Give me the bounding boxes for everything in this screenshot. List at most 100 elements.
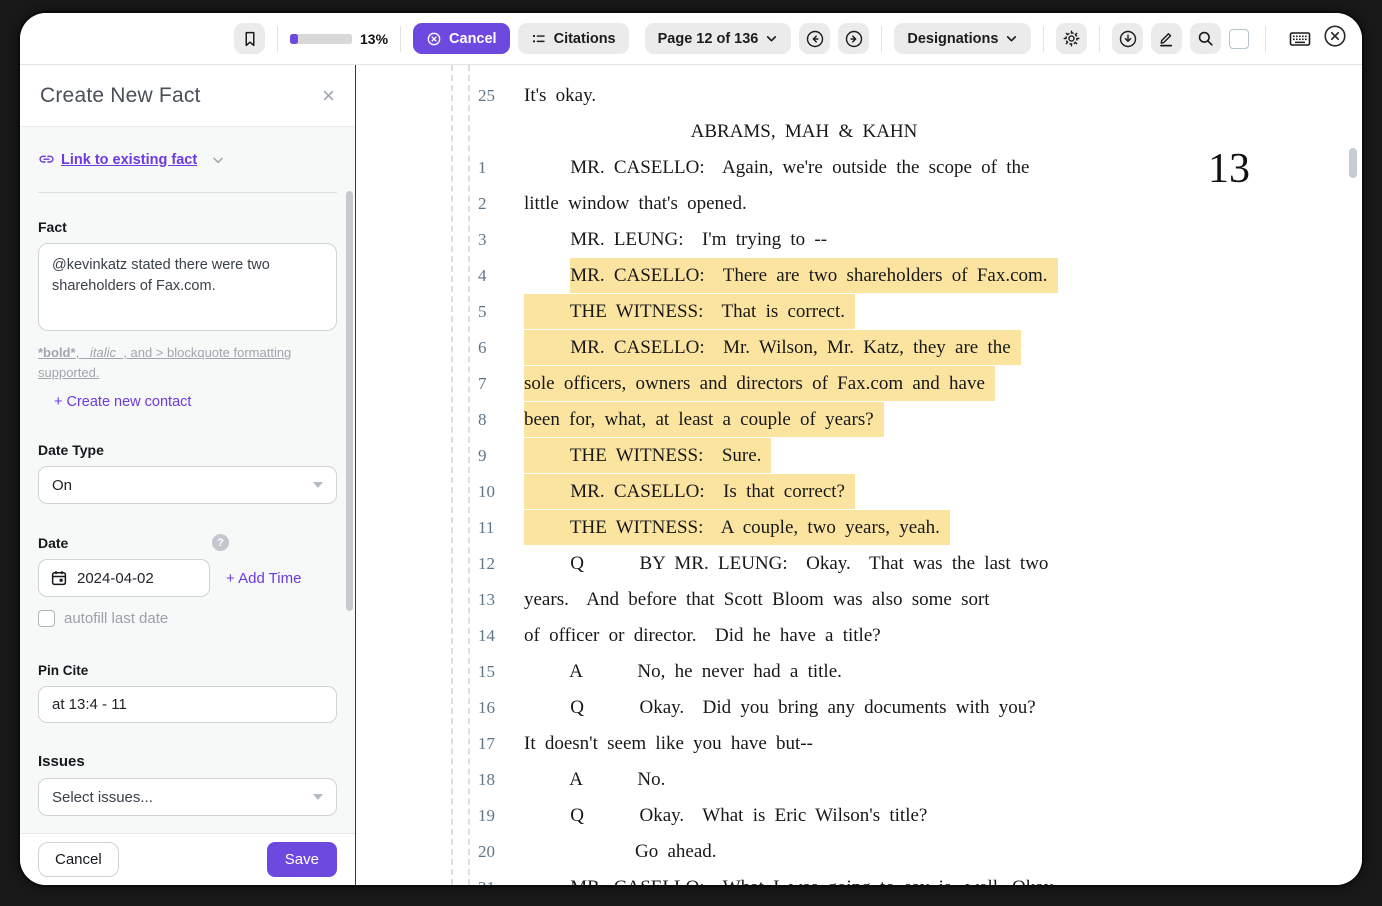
date-type-label: Date Type — [38, 442, 337, 458]
keyboard-icon — [1288, 27, 1312, 51]
search-icon — [1196, 29, 1215, 48]
keyboard-shortcuts-button[interactable] — [1284, 23, 1315, 54]
highlighted-text[interactable]: THE WITNESS: That is correct. — [524, 294, 855, 329]
prev-page-button[interactable] — [799, 23, 830, 54]
issues-placeholder: Select issues... — [52, 789, 153, 806]
transcript-line-text: MR. CASELLO: Again, we're outside the sc… — [524, 157, 1029, 179]
highlighted-text[interactable]: MR. CASELLO: Mr. Wilson, Mr. Katz, they … — [524, 330, 1021, 365]
transcript-line[interactable]: 16 Q Okay. Did you bring any documents w… — [470, 690, 1242, 726]
transcript-line[interactable]: 19 Q Okay. What is Eric Wilson's title? — [470, 798, 1242, 834]
transcript-line-text: It doesn't seem like you have but-- — [524, 733, 813, 755]
document-scrollbar[interactable] — [1349, 148, 1357, 178]
toolbar-checkbox[interactable] — [1229, 29, 1249, 49]
transcript-viewer[interactable]: 25It's okay.ABRAMS, MAH & KAHN1 MR. CASE… — [356, 65, 1362, 885]
line-number: 17 — [470, 734, 524, 754]
line-number: 9 — [470, 446, 524, 466]
transcript-line-text: MR. CASELLO: Mr. Wilson, Mr. Katz, they … — [524, 337, 1021, 359]
toolbar-divider — [1099, 26, 1100, 52]
pin-cite-input[interactable] — [38, 686, 337, 723]
transcript-line[interactable]: ABRAMS, MAH & KAHN — [470, 114, 1242, 150]
transcript-line[interactable]: 1 MR. CASELLO: Again, we're outside the … — [470, 150, 1242, 186]
line-number: 7 — [470, 374, 524, 394]
transcript-line[interactable]: 11 THE WITNESS: A couple, two years, yea… — [470, 510, 1242, 546]
transcript-line-text: Go ahead. — [524, 841, 717, 863]
transcript-line[interactable]: 9 THE WITNESS: Sure. — [470, 438, 1242, 474]
date-input[interactable] — [38, 559, 210, 597]
citations-button[interactable]: Citations — [518, 23, 629, 54]
autofill-checkbox[interactable] — [38, 610, 55, 627]
transcript-line[interactable]: 15 A No, he never had a title. — [470, 654, 1242, 690]
issues-select[interactable]: Select issues... — [38, 778, 337, 816]
create-new-contact-link[interactable]: + Create new contact — [54, 394, 337, 410]
date-type-select[interactable]: On — [38, 466, 337, 504]
highlighted-text[interactable]: been for, what, at least a couple of yea… — [524, 402, 884, 437]
search-button[interactable] — [1190, 23, 1221, 54]
settings-button[interactable] — [1056, 23, 1087, 54]
save-button[interactable]: Save — [267, 842, 337, 877]
bookmark-button[interactable] — [234, 23, 265, 54]
transcript-line[interactable]: 6 MR. CASELLO: Mr. Wilson, Mr. Katz, the… — [470, 330, 1242, 366]
transcript-line[interactable]: 10 MR. CASELLO: Is that correct? — [470, 474, 1242, 510]
transcript-line[interactable]: 13years. And before that Scott Bloom was… — [470, 582, 1242, 618]
select-arrow-icon — [313, 794, 323, 800]
fact-input[interactable]: @kevinkatz stated there were two shareho… — [38, 243, 337, 331]
citations-list-icon — [531, 31, 547, 47]
margin-rule — [451, 65, 453, 885]
line-number: 2 — [470, 194, 524, 214]
highlighted-text[interactable]: MR. CASELLO: There are two shareholders … — [570, 258, 1057, 293]
transcript-line[interactable]: 20 Go ahead. — [470, 834, 1242, 870]
transcript-line[interactable]: 14of officer or director. Did he have a … — [470, 618, 1242, 654]
transcript-line[interactable]: 8been for, what, at least a couple of ye… — [470, 402, 1242, 438]
transcript-line-text: sole officers, owners and directors of F… — [524, 373, 995, 395]
page-select[interactable]: Page 12 of 136 — [645, 23, 792, 54]
line-number: 19 — [470, 806, 524, 826]
line-number: 13 — [470, 590, 524, 610]
transcript-line[interactable]: 5 THE WITNESS: That is correct. — [470, 294, 1242, 330]
cancel-button[interactable]: Cancel — [413, 23, 510, 54]
toolbar-divider — [1043, 26, 1044, 52]
close-window-button[interactable] — [1322, 23, 1348, 49]
annotate-button[interactable] — [1151, 23, 1182, 54]
transcript-line[interactable]: 12 Q BY MR. LEUNG: Okay. That was the la… — [470, 546, 1242, 582]
chevron-down-icon — [1005, 32, 1018, 45]
pen-underline-icon — [1157, 29, 1176, 48]
panel-cancel-button[interactable]: Cancel — [38, 842, 119, 877]
transcript-line[interactable]: 7sole officers, owners and directors of … — [470, 366, 1242, 402]
help-icon[interactable]: ? — [212, 534, 229, 551]
panel-header: Create New Fact × — [20, 65, 355, 127]
line-number: 6 — [470, 338, 524, 358]
transcript-line-text: MR. LEUNG: I'm trying to -- — [524, 229, 827, 251]
formatting-hint: *bold*, _italic_, and > blockquote forma… — [38, 343, 337, 383]
progress-label: 13% — [360, 31, 388, 47]
hint-bold: *bold* — [38, 345, 76, 360]
add-time-link[interactable]: + Add Time — [226, 570, 301, 587]
transcript-line[interactable]: 4 MR. CASELLO: There are two shareholder… — [470, 258, 1242, 294]
transcript-line[interactable]: 21 MR. CASELLO: What I was going to say … — [470, 870, 1242, 885]
highlighted-text[interactable]: MR. CASELLO: Is that correct? — [524, 474, 855, 509]
select-arrow-icon — [313, 482, 323, 488]
panel-scrollbar[interactable] — [346, 191, 353, 611]
chevron-down-icon[interactable] — [211, 153, 225, 167]
issues-label: Issues — [38, 753, 337, 770]
panel-close-button[interactable]: × — [322, 85, 335, 107]
highlighted-text[interactable]: sole officers, owners and directors of F… — [524, 366, 995, 401]
transcript-line[interactable]: 18 A No. — [470, 762, 1242, 798]
panel-body: Link to existing fact Fact @kevinkatz st… — [20, 127, 355, 833]
highlighted-text[interactable]: THE WITNESS: Sure. — [524, 438, 771, 473]
highlighted-text[interactable]: THE WITNESS: A couple, two years, yeah. — [524, 510, 950, 545]
line-number: 12 — [470, 554, 524, 574]
line-number: 1 — [470, 158, 524, 178]
download-button[interactable] — [1112, 23, 1143, 54]
autofill-label: autofill last date — [64, 610, 168, 627]
line-number: 5 — [470, 302, 524, 322]
next-page-button[interactable] — [838, 23, 869, 54]
date-field[interactable] — [77, 570, 198, 587]
transcript-line[interactable]: 3 MR. LEUNG: I'm trying to -- — [470, 222, 1242, 258]
transcript-line[interactable]: 25It's okay. — [470, 78, 1242, 114]
transcript-line[interactable]: 2little window that's opened. — [470, 186, 1242, 222]
designations-dropdown[interactable]: Designations — [894, 23, 1031, 54]
transcript-header-text: ABRAMS, MAH & KAHN — [524, 121, 1084, 143]
cancel-circle-x-icon — [426, 31, 442, 47]
transcript-line[interactable]: 17It doesn't seem like you have but-- — [470, 726, 1242, 762]
link-to-existing-fact[interactable]: Link to existing fact — [38, 151, 197, 168]
